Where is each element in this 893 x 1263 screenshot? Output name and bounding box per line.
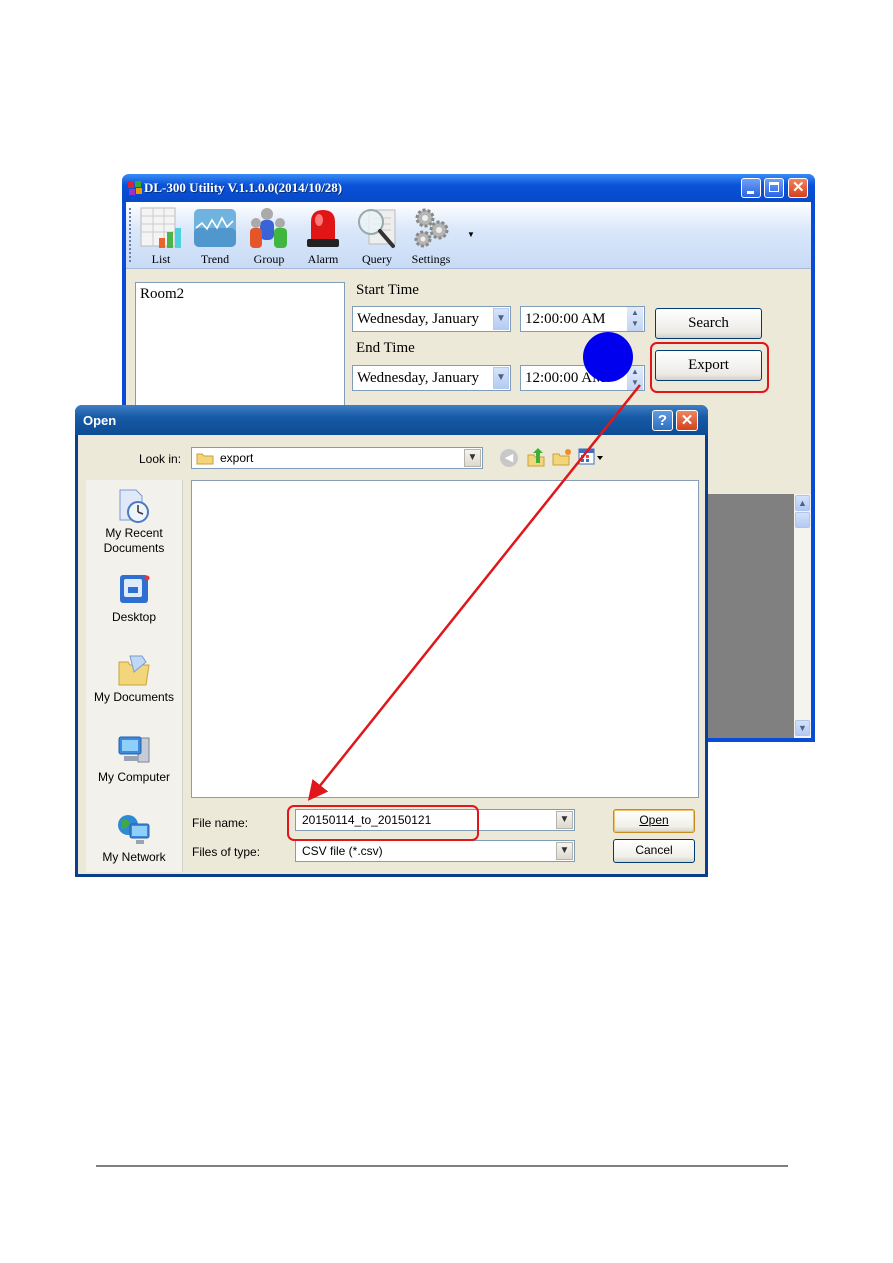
arrow-line <box>307 384 641 801</box>
annotation-arrow <box>307 384 641 801</box>
page-footer-rule <box>96 1165 788 1167</box>
